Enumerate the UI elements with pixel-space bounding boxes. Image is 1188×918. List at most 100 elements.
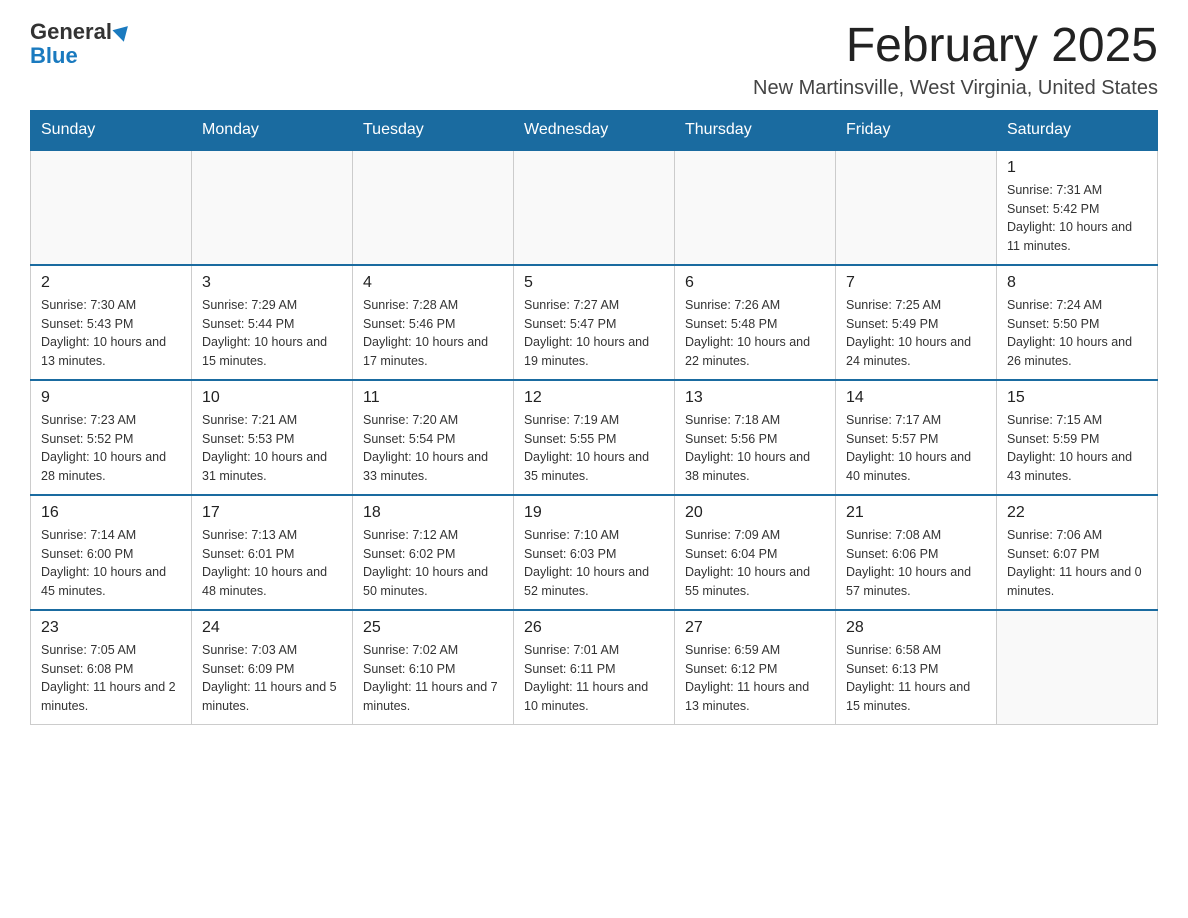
calendar-table: SundayMondayTuesdayWednesdayThursdayFrid… xyxy=(30,110,1158,725)
day-info: Sunrise: 7:19 AMSunset: 5:55 PMDaylight:… xyxy=(524,411,664,486)
day-info: Sunrise: 7:14 AMSunset: 6:00 PMDaylight:… xyxy=(41,526,181,601)
day-number: 23 xyxy=(41,619,181,637)
calendar-cell: 6 Sunrise: 7:26 AMSunset: 5:48 PMDaylight… xyxy=(675,265,836,380)
day-number: 1 xyxy=(1007,159,1147,177)
day-number: 26 xyxy=(524,619,664,637)
day-info: Sunrise: 6:58 AMSunset: 6:13 PMDaylight:… xyxy=(846,641,986,716)
calendar-cell: 13 Sunrise: 7:18 AMSunset: 5:56 PMDayligh… xyxy=(675,380,836,495)
day-info: Sunrise: 7:24 AMSunset: 5:50 PMDaylight:… xyxy=(1007,296,1147,371)
day-number: 21 xyxy=(846,504,986,522)
day-info: Sunrise: 7:06 AMSunset: 6:07 PMDaylight:… xyxy=(1007,526,1147,601)
day-info: Sunrise: 7:20 AMSunset: 5:54 PMDaylight:… xyxy=(363,411,503,486)
day-info: Sunrise: 7:09 AMSunset: 6:04 PMDaylight:… xyxy=(685,526,825,601)
day-info: Sunrise: 7:28 AMSunset: 5:46 PMDaylight:… xyxy=(363,296,503,371)
calendar-cell xyxy=(192,150,353,265)
calendar-cell: 5 Sunrise: 7:27 AMSunset: 5:47 PMDaylight… xyxy=(514,265,675,380)
day-number: 3 xyxy=(202,274,342,292)
day-number: 7 xyxy=(846,274,986,292)
day-info: Sunrise: 7:12 AMSunset: 6:02 PMDaylight:… xyxy=(363,526,503,601)
calendar-cell: 1 Sunrise: 7:31 AMSunset: 5:42 PMDaylight… xyxy=(997,150,1158,265)
day-info: Sunrise: 7:05 AMSunset: 6:08 PMDaylight:… xyxy=(41,641,181,716)
week-row-4: 16 Sunrise: 7:14 AMSunset: 6:00 PMDayligh… xyxy=(31,495,1158,610)
calendar-cell: 4 Sunrise: 7:28 AMSunset: 5:46 PMDaylight… xyxy=(353,265,514,380)
calendar-cell: 19Sunrise: 7:10 AMSunset: 6:03 PMDayligh… xyxy=(514,495,675,610)
day-number: 24 xyxy=(202,619,342,637)
logo-blue: Blue xyxy=(30,43,78,68)
weekday-header-friday: Friday xyxy=(836,110,997,150)
day-info: Sunrise: 7:23 AMSunset: 5:52 PMDaylight:… xyxy=(41,411,181,486)
day-number: 11 xyxy=(363,389,503,407)
page-header: General Blue February 2025 New Martinsvi… xyxy=(30,20,1158,100)
calendar-cell: 10Sunrise: 7:21 AMSunset: 5:53 PMDayligh… xyxy=(192,380,353,495)
calendar-cell: 26 Sunrise: 7:01 AMSunset: 6:11 PMDayligh… xyxy=(514,610,675,725)
weekday-header-monday: Monday xyxy=(192,110,353,150)
day-info: Sunrise: 7:18 AMSunset: 5:56 PMDaylight:… xyxy=(685,411,825,486)
calendar-cell: 27Sunrise: 6:59 AMSunset: 6:12 PMDayligh… xyxy=(675,610,836,725)
location-title: New Martinsville, West Virginia, United … xyxy=(753,77,1158,100)
calendar-cell: 2 Sunrise: 7:30 AMSunset: 5:43 PMDaylight… xyxy=(31,265,192,380)
calendar-cell: 20 Sunrise: 7:09 AMSunset: 6:04 PMDayligh… xyxy=(675,495,836,610)
weekday-header-sunday: Sunday xyxy=(31,110,192,150)
day-info: Sunrise: 7:29 AMSunset: 5:44 PMDaylight:… xyxy=(202,296,342,371)
logo-text: General xyxy=(30,20,130,44)
calendar-cell: 9 Sunrise: 7:23 AMSunset: 5:52 PMDaylight… xyxy=(31,380,192,495)
calendar-cell: 16 Sunrise: 7:14 AMSunset: 6:00 PMDayligh… xyxy=(31,495,192,610)
calendar-cell: 12Sunrise: 7:19 AMSunset: 5:55 PMDayligh… xyxy=(514,380,675,495)
calendar-cell: 15Sunrise: 7:15 AMSunset: 5:59 PMDayligh… xyxy=(997,380,1158,495)
day-info: Sunrise: 7:08 AMSunset: 6:06 PMDaylight:… xyxy=(846,526,986,601)
day-number: 6 xyxy=(685,274,825,292)
day-number: 17 xyxy=(202,504,342,522)
day-number: 4 xyxy=(363,274,503,292)
calendar-cell xyxy=(514,150,675,265)
day-info: Sunrise: 7:13 AMSunset: 6:01 PMDaylight:… xyxy=(202,526,342,601)
day-number: 16 xyxy=(41,504,181,522)
weekday-header-thursday: Thursday xyxy=(675,110,836,150)
calendar-cell xyxy=(353,150,514,265)
calendar-cell: 28 Sunrise: 6:58 AMSunset: 6:13 PMDayligh… xyxy=(836,610,997,725)
weekday-header-row: SundayMondayTuesdayWednesdayThursdayFrid… xyxy=(31,110,1158,150)
calendar-cell: 17 Sunrise: 7:13 AMSunset: 6:01 PMDayligh… xyxy=(192,495,353,610)
day-info: Sunrise: 7:30 AMSunset: 5:43 PMDaylight:… xyxy=(41,296,181,371)
calendar-cell: 24 Sunrise: 7:03 AMSunset: 6:09 PMDayligh… xyxy=(192,610,353,725)
calendar-cell: 11 Sunrise: 7:20 AMSunset: 5:54 PMDayligh… xyxy=(353,380,514,495)
title-block: February 2025 New Martinsville, West Vir… xyxy=(753,20,1158,100)
day-number: 13 xyxy=(685,389,825,407)
day-info: Sunrise: 7:31 AMSunset: 5:42 PMDaylight:… xyxy=(1007,181,1147,256)
day-info: Sunrise: 7:26 AMSunset: 5:48 PMDaylight:… xyxy=(685,296,825,371)
month-title: February 2025 xyxy=(753,20,1158,73)
week-row-2: 2 Sunrise: 7:30 AMSunset: 5:43 PMDaylight… xyxy=(31,265,1158,380)
day-number: 19 xyxy=(524,504,664,522)
week-row-5: 23 Sunrise: 7:05 AMSunset: 6:08 PMDayligh… xyxy=(31,610,1158,725)
calendar-cell: 18Sunrise: 7:12 AMSunset: 6:02 PMDayligh… xyxy=(353,495,514,610)
calendar-cell: 21 Sunrise: 7:08 AMSunset: 6:06 PMDayligh… xyxy=(836,495,997,610)
week-row-3: 9 Sunrise: 7:23 AMSunset: 5:52 PMDaylight… xyxy=(31,380,1158,495)
day-info: Sunrise: 7:03 AMSunset: 6:09 PMDaylight:… xyxy=(202,641,342,716)
calendar-cell xyxy=(836,150,997,265)
day-info: Sunrise: 7:01 AMSunset: 6:11 PMDaylight:… xyxy=(524,641,664,716)
calendar-cell: 23 Sunrise: 7:05 AMSunset: 6:08 PMDayligh… xyxy=(31,610,192,725)
calendar-cell xyxy=(675,150,836,265)
calendar-cell: 7 Sunrise: 7:25 AMSunset: 5:49 PMDaylight… xyxy=(836,265,997,380)
weekday-header-wednesday: Wednesday xyxy=(514,110,675,150)
day-number: 15 xyxy=(1007,389,1147,407)
day-number: 27 xyxy=(685,619,825,637)
day-info: Sunrise: 7:25 AMSunset: 5:49 PMDaylight:… xyxy=(846,296,986,371)
day-number: 10 xyxy=(202,389,342,407)
calendar-cell: 22 Sunrise: 7:06 AMSunset: 6:07 PMDayligh… xyxy=(997,495,1158,610)
day-info: Sunrise: 7:27 AMSunset: 5:47 PMDaylight:… xyxy=(524,296,664,371)
day-number: 2 xyxy=(41,274,181,292)
logo-general: General xyxy=(30,19,112,44)
logo: General Blue xyxy=(30,20,130,68)
day-number: 8 xyxy=(1007,274,1147,292)
day-number: 14 xyxy=(846,389,986,407)
day-number: 20 xyxy=(685,504,825,522)
weekday-header-saturday: Saturday xyxy=(997,110,1158,150)
day-info: Sunrise: 7:02 AMSunset: 6:10 PMDaylight:… xyxy=(363,641,503,716)
day-info: Sunrise: 7:17 AMSunset: 5:57 PMDaylight:… xyxy=(846,411,986,486)
day-number: 9 xyxy=(41,389,181,407)
day-number: 5 xyxy=(524,274,664,292)
weekday-header-tuesday: Tuesday xyxy=(353,110,514,150)
day-number: 22 xyxy=(1007,504,1147,522)
day-number: 28 xyxy=(846,619,986,637)
logo-triangle-icon xyxy=(112,26,131,44)
